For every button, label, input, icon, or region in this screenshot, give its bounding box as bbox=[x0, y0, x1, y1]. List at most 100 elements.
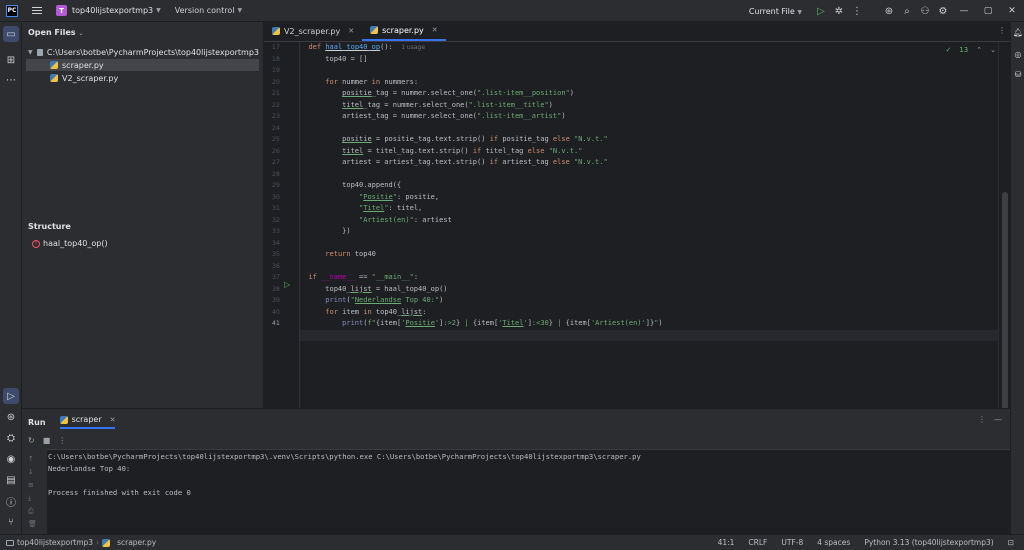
error-icon: ! bbox=[32, 239, 40, 248]
database-icon[interactable]: ⛁ bbox=[1012, 68, 1024, 80]
scroll-to-end-icon[interactable]: ⤓ bbox=[28, 494, 31, 503]
tab-scraper[interactable]: scraper.py ✕ bbox=[362, 21, 446, 41]
hamburger-icon[interactable] bbox=[32, 7, 42, 14]
add-user-icon[interactable]: ⚇ bbox=[916, 2, 934, 20]
version-control-menu[interactable]: Version control bbox=[175, 6, 235, 15]
python-interpreter[interactable]: Python 3.13 (top40lijstexportmp3) bbox=[864, 538, 993, 547]
structure-title: Structure bbox=[28, 222, 71, 231]
code-line: "Positie": positie, bbox=[359, 192, 440, 201]
search-icon[interactable]: ⌕ bbox=[898, 2, 916, 20]
chevron-down-icon[interactable]: ▼ bbox=[28, 49, 33, 56]
python-file-icon bbox=[50, 74, 58, 82]
editor-tab-actions: ⋮ bbox=[998, 26, 1006, 35]
scrollbar-thumb[interactable] bbox=[1002, 192, 1008, 428]
line-number: 30 bbox=[271, 192, 280, 201]
minimize-panel-icon[interactable]: — bbox=[994, 415, 1002, 424]
more-icon[interactable]: ⋮ bbox=[998, 26, 1006, 35]
line-ending[interactable]: CRLF bbox=[748, 538, 767, 547]
minimize-icon[interactable]: — bbox=[952, 0, 976, 22]
file-node-scraper[interactable]: scraper.py bbox=[26, 59, 259, 71]
down-icon[interactable]: ↓ bbox=[28, 468, 34, 476]
close-icon[interactable]: ✕ bbox=[1000, 0, 1024, 22]
debug-icon[interactable]: ✲ bbox=[830, 2, 848, 20]
pycharm-logo-icon: PC bbox=[6, 4, 18, 17]
file-node-v2-scraper[interactable]: V2_scraper.py bbox=[26, 72, 259, 84]
chevron-down-icon[interactable]: ▼ bbox=[237, 7, 242, 14]
file-name: V2_scraper.py bbox=[62, 73, 119, 83]
python-console-icon[interactable]: ⛭ bbox=[3, 430, 19, 446]
run-icon[interactable]: ▷ bbox=[812, 2, 830, 20]
title-bar: PC T top40lijstexportmp3 ▼ Version contr… bbox=[0, 0, 1024, 22]
python-file-icon bbox=[272, 27, 280, 35]
line-number: 38 bbox=[271, 284, 280, 293]
trash-icon[interactable]: 🗑︎ bbox=[28, 520, 37, 528]
project-name[interactable]: top40lijstexportmp3 bbox=[72, 6, 153, 15]
chevron-down-icon: ⌄ bbox=[78, 30, 84, 37]
more-tools-icon[interactable]: ⋯ bbox=[3, 72, 19, 88]
editor-scrollbar[interactable] bbox=[998, 42, 1010, 428]
project-view-icon[interactable]: ▭ bbox=[3, 26, 19, 42]
run-config-select[interactable]: Current File ▼ bbox=[749, 7, 802, 16]
close-icon[interactable]: ✕ bbox=[348, 27, 354, 35]
run-tab-label: scraper bbox=[71, 415, 102, 424]
console-output[interactable]: C:\Users\botbe\PycharmProjects\top40lijs… bbox=[47, 449, 1010, 535]
run-tool-icon[interactable]: ▷ bbox=[3, 388, 19, 404]
editor: V2_scraper.py ✕ scraper.py ✕ ⋮ ✓ 13 ⌃ ⌄ … bbox=[264, 21, 1010, 428]
print-icon[interactable]: ⎙ bbox=[28, 507, 34, 516]
close-icon[interactable]: ✕ bbox=[432, 26, 438, 34]
line-number: 36 bbox=[271, 261, 280, 270]
rerun-icon[interactable]: ↻ bbox=[28, 436, 35, 445]
ai-assistant-icon[interactable]: ⊛ bbox=[880, 2, 898, 20]
usage-hint[interactable]: 1 usage bbox=[401, 44, 425, 51]
tab-label: scraper.py bbox=[382, 25, 424, 35]
lock-icon[interactable]: ⊡ bbox=[1008, 538, 1014, 547]
project-root-node[interactable]: ▼ C:\Users\botbe\PycharmProjects\top40li… bbox=[26, 46, 259, 58]
git-icon[interactable]: ⑂ bbox=[3, 514, 19, 530]
run-tab-scraper[interactable]: scraper ✕ bbox=[59, 415, 116, 429]
project-panel: Open Files ⌄ ▼ C:\Users\botbe\PycharmPro… bbox=[22, 22, 264, 408]
more-icon[interactable]: ⋮ bbox=[978, 415, 986, 424]
indent-setting[interactable]: 4 spaces bbox=[817, 538, 850, 547]
terminal-icon[interactable]: ▤ bbox=[3, 472, 19, 488]
line-number: 41 bbox=[271, 319, 280, 327]
code-line: titel_tag = nummer.select_one(".list-ite… bbox=[342, 100, 553, 109]
stop-icon[interactable]: ■ bbox=[43, 436, 51, 445]
structure-item-label: haal_top40_op() bbox=[43, 239, 108, 248]
more-icon[interactable]: ⋮ bbox=[58, 436, 66, 445]
breadcrumb-file[interactable]: scraper.py bbox=[117, 538, 156, 547]
file-encoding[interactable]: UTF-8 bbox=[781, 538, 803, 547]
run-gutter-icon[interactable]: ▷ bbox=[284, 280, 290, 289]
breadcrumb: top40lijstexportmp3 › scraper.py bbox=[6, 538, 156, 547]
notifications-icon[interactable]: 🔔︎ bbox=[1012, 26, 1024, 38]
line-number: 39 bbox=[271, 296, 280, 304]
structure-item[interactable]: ! haal_top40_op() bbox=[32, 239, 108, 248]
ai-chat-icon[interactable]: ◎ bbox=[1012, 48, 1024, 60]
problems-icon[interactable]: ⓘ bbox=[3, 493, 19, 509]
close-icon[interactable]: ✕ bbox=[110, 416, 116, 424]
services-icon[interactable]: ◉ bbox=[3, 451, 19, 467]
breadcrumb-project[interactable]: top40lijstexportmp3 bbox=[17, 538, 93, 547]
code-line: positie = positie_tag.text.strip() if po… bbox=[342, 135, 608, 143]
soft-wrap-icon[interactable]: ≡ bbox=[28, 481, 34, 489]
right-toolbar: 🔔︎ ◎ ⛁ bbox=[1010, 22, 1024, 534]
cursor-position[interactable]: 41:1 bbox=[718, 538, 735, 547]
panel-title[interactable]: Open Files ⌄ bbox=[28, 28, 83, 37]
maximize-icon[interactable]: ▢ bbox=[976, 0, 1000, 22]
project-badge[interactable]: T bbox=[56, 5, 67, 16]
code-line: }) bbox=[300, 227, 351, 235]
code-area[interactable]: def haal_top40_op(): 1 usage top40 = [] … bbox=[299, 42, 998, 408]
tab-v2-scraper[interactable]: V2_scraper.py ✕ bbox=[264, 21, 362, 41]
code-line: for item in top40_lijst: bbox=[325, 307, 427, 316]
code-line: print("Nederlandse Top 40:") bbox=[325, 296, 444, 304]
up-icon[interactable]: ↑ bbox=[28, 455, 34, 463]
python-packages-icon[interactable]: ⊛ bbox=[3, 409, 19, 425]
tab-label: V2_scraper.py bbox=[284, 26, 341, 36]
chevron-down-icon[interactable]: ▼ bbox=[156, 7, 161, 14]
python-file-icon bbox=[370, 26, 379, 34]
settings-icon[interactable]: ⚙ bbox=[934, 2, 952, 20]
more-icon[interactable]: ⋮ bbox=[848, 2, 866, 20]
structure-view-icon[interactable]: ⊞ bbox=[3, 52, 19, 68]
